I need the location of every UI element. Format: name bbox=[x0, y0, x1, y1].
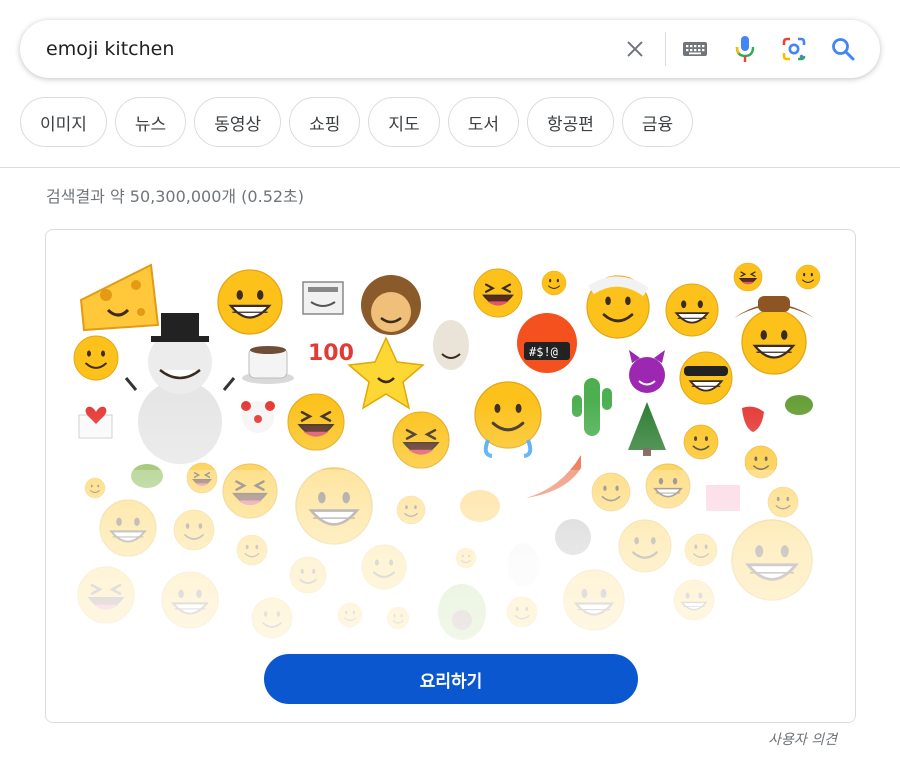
tree-emoji bbox=[628, 402, 666, 456]
result-stats: 검색결과 약 50,300,000개 (0.52초) bbox=[46, 187, 305, 206]
star-emoji bbox=[347, 336, 425, 410]
crying-hearts-emoji bbox=[475, 382, 541, 456]
newspaper-emoji bbox=[302, 281, 344, 315]
hedgehog-emoji bbox=[361, 275, 421, 335]
header-divider bbox=[0, 167, 900, 168]
snowman-emoji bbox=[124, 313, 236, 464]
cowboy-face-emoji bbox=[734, 296, 814, 374]
chip-flights[interactable]: 항공편 bbox=[526, 97, 614, 147]
microphone-icon[interactable] bbox=[730, 34, 760, 64]
bandage-face-emoji bbox=[587, 276, 649, 338]
lens-camera-icon[interactable] bbox=[779, 34, 809, 64]
cactus-emoji bbox=[572, 378, 612, 436]
chip-images[interactable]: 이미지 bbox=[20, 97, 107, 147]
chip-books[interactable]: 도서 bbox=[447, 97, 519, 147]
svg-text:#$!@: #$!@ bbox=[529, 345, 558, 359]
grimacing-face-emoji: #$!@ bbox=[517, 313, 577, 373]
emoji-kitchen-card: 100 #$!@ 요리하기 bbox=[45, 229, 856, 723]
turtle-emoji bbox=[785, 395, 813, 415]
svg-text:100: 100 bbox=[308, 341, 354, 366]
heart-letter-emoji bbox=[78, 406, 113, 439]
chip-news[interactable]: 뉴스 bbox=[114, 97, 187, 147]
cheese-emoji bbox=[79, 263, 160, 332]
search-filter-chips: 이미지 뉴스 동영상 쇼핑 지도 도서 항공편 금융 bbox=[20, 97, 694, 147]
search-icon[interactable] bbox=[828, 34, 858, 64]
emoji-collage: 100 #$!@ bbox=[46, 230, 855, 722]
keyboard-icon[interactable] bbox=[680, 34, 710, 64]
cook-button[interactable]: 요리하기 bbox=[264, 654, 638, 704]
chip-maps[interactable]: 지도 bbox=[368, 97, 440, 147]
strawberry-emoji bbox=[742, 406, 764, 432]
search-bar[interactable]: emoji kitchen bbox=[20, 20, 880, 78]
search-input[interactable]: emoji kitchen bbox=[46, 20, 174, 78]
chip-videos[interactable]: 동영상 bbox=[194, 97, 282, 147]
llama-emoji bbox=[433, 320, 469, 370]
feedback-link[interactable]: 사용자 의견 bbox=[768, 729, 837, 749]
chip-shopping[interactable]: 쇼핑 bbox=[289, 97, 361, 147]
search-divider bbox=[665, 32, 666, 66]
devil-emoji bbox=[629, 350, 665, 393]
close-icon[interactable] bbox=[620, 34, 650, 64]
coffee-emoji bbox=[242, 346, 294, 384]
chip-finance[interactable]: 금융 bbox=[621, 97, 694, 147]
sunglasses-face-emoji bbox=[680, 352, 732, 404]
clown-emoji bbox=[241, 401, 275, 433]
